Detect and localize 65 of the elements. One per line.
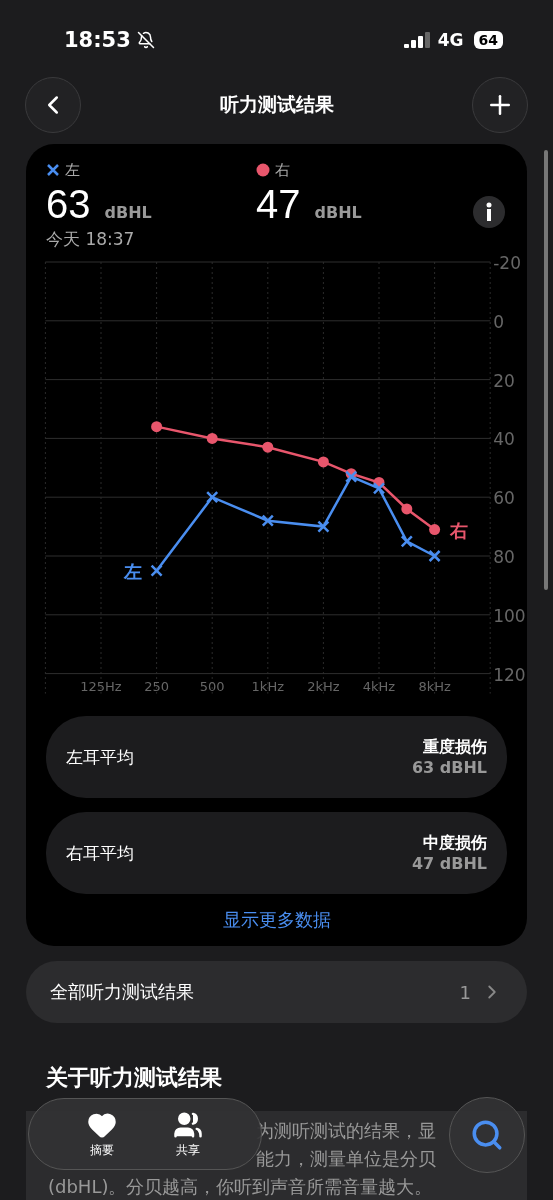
- x-tick-label: 8kHz: [418, 678, 451, 694]
- cross-marker: [372, 482, 386, 495]
- y-tick-label: -20: [493, 254, 521, 273]
- all-results-row[interactable]: 全部听力测试结果 1: [26, 961, 527, 1023]
- cross-marker: [261, 514, 275, 527]
- tab-button[interactable]: 共享: [173, 1109, 203, 1159]
- cross-marker: [150, 564, 163, 577]
- page-title: 听力测试结果: [219, 92, 334, 117]
- about-text: 能力，测量单位是分贝: [256, 1147, 436, 1171]
- dot-marker: [317, 456, 329, 468]
- info-icon: [485, 202, 493, 222]
- network-type: 4G: [437, 30, 464, 50]
- search-icon: [470, 1118, 504, 1152]
- cross-marker: [428, 549, 441, 563]
- dot-marker: [401, 503, 413, 515]
- section-title: 关于听力测试结果: [46, 1064, 223, 1092]
- all-results-label: 全部听力测试结果: [50, 980, 194, 1004]
- y-tick-label: 120: [493, 664, 526, 685]
- y-tick-label: 80: [493, 547, 515, 567]
- legend-label: 右: [275, 160, 290, 180]
- cross-marker: [317, 520, 330, 533]
- average-label: 左耳平均: [66, 745, 134, 769]
- right-value: 47: [256, 182, 301, 227]
- average-value: 47 dBHL: [411, 854, 487, 873]
- series-label: 左: [123, 560, 142, 582]
- back-button[interactable]: [25, 77, 81, 133]
- dot-marker: [206, 432, 218, 444]
- y-tick-label: 40: [493, 429, 515, 450]
- series-label: 右: [449, 519, 468, 541]
- dot-marker: [262, 441, 274, 453]
- unit-label: dBHL: [314, 203, 362, 222]
- y-tick-label: 0: [493, 311, 505, 332]
- result-count: 1: [459, 981, 471, 1003]
- average-label: 右耳平均: [66, 841, 134, 865]
- signal-icon: [403, 32, 432, 48]
- y-tick-label: 100: [493, 605, 526, 626]
- info-button[interactable]: [473, 196, 505, 228]
- x-tick-label: 250: [144, 678, 169, 694]
- y-tick-label: 20: [493, 370, 515, 391]
- cross-marker: [400, 535, 414, 548]
- left-value: 63: [46, 182, 91, 227]
- dot-marker: [151, 421, 163, 433]
- legend-label: 左: [65, 160, 80, 180]
- x-tick-label: 500: [199, 678, 225, 694]
- dot-marker: [373, 477, 385, 488]
- loss-grade: 中度损伤: [423, 833, 487, 854]
- bell-off-icon: [136, 31, 155, 49]
- x-tick-label: 2kHz: [307, 678, 340, 694]
- about-text: 为测听测试的结果，显: [256, 1119, 436, 1143]
- x-tick-label: 4kHz: [362, 678, 396, 694]
- cross-marker: [205, 490, 219, 504]
- battery-level: 64: [473, 31, 503, 49]
- x-tick-label: 1kHz: [251, 678, 284, 694]
- about-text: (dbHL)。分贝越高，你听到声音所需音量越大。: [48, 1175, 433, 1199]
- unit-label: dBHL: [104, 203, 152, 222]
- loss-grade: 重度损伤: [423, 737, 487, 758]
- add-button[interactable]: [472, 77, 528, 133]
- test-time: 今天 18:37: [46, 228, 136, 251]
- average-value: 63 dBHL: [411, 758, 487, 777]
- clock-time: 18:53: [64, 28, 131, 52]
- x-tick-label: 125Hz: [80, 678, 122, 694]
- dot-marker: [429, 524, 441, 536]
- show-more-link[interactable]: 显示更多数据: [222, 908, 331, 932]
- y-tick-label: 60: [493, 488, 515, 509]
- tab-button[interactable]: 摘要: [87, 1109, 117, 1159]
